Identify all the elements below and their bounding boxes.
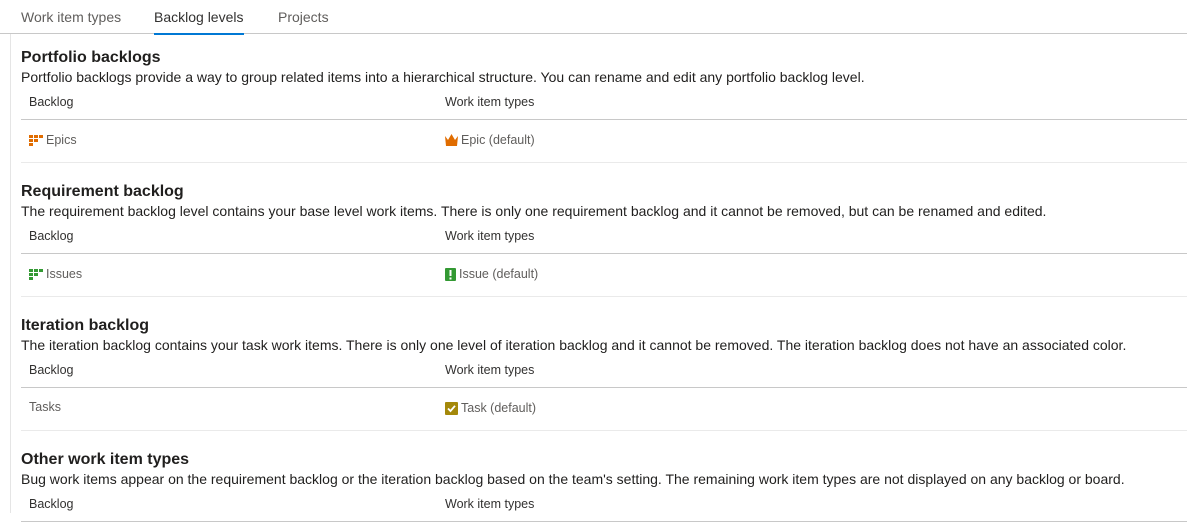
section-title: Portfolio backlogs: [21, 49, 161, 66]
column-header-work-item-types: Work item types: [445, 363, 535, 377]
selected-tab-indicator: [154, 33, 244, 35]
column-header-backlog: Backlog: [29, 95, 74, 109]
column-header-backlog: Backlog: [29, 229, 74, 243]
table-header: Backlog Work item types: [21, 489, 1187, 522]
section-description: Portfolio backlogs provide a way to grou…: [21, 69, 865, 85]
work-item-type-name: Epic (default): [461, 133, 535, 147]
backlog-levels-page: Work item types Backlog levels Projects …: [0, 0, 1187, 522]
table-row[interactable]: Tasks Task (default): [21, 388, 1187, 431]
tab-label: Work item types: [21, 9, 122, 25]
table-row[interactable]: Issues Issue (default): [21, 254, 1187, 297]
backlog-level-icon: [29, 268, 43, 280]
column-header-backlog: Backlog: [29, 497, 74, 511]
section-title: Other work item types: [21, 451, 190, 468]
tab-bar: Work item types Backlog levels Projects: [0, 0, 1187, 35]
section-title: Requirement backlog: [21, 183, 184, 200]
work-item-type-cell: Issue (default): [445, 267, 538, 281]
work-item-type-cell: Task (default): [445, 401, 536, 415]
requirement-backlog-section: Requirement backlog The requirement back…: [21, 182, 1187, 297]
section-description: Bug work items appear on the requirement…: [21, 471, 1125, 487]
backlog-name: Tasks: [29, 400, 61, 414]
section-description: The iteration backlog contains your task…: [21, 337, 1127, 353]
tab-work-item-types[interactable]: Work item types: [21, 0, 121, 34]
work-item-type-name: Task (default): [461, 401, 537, 415]
other-work-item-types-section: Other work item types Bug work items app…: [21, 450, 1187, 522]
crown-icon: [445, 134, 458, 146]
tab-projects[interactable]: Projects: [278, 0, 329, 34]
backlog-level-icon: [29, 134, 43, 146]
tab-label: Backlog levels: [154, 9, 244, 25]
tab-label: Projects: [278, 9, 329, 25]
work-item-type-cell: Epic (default): [445, 133, 535, 147]
left-divider: [10, 34, 11, 513]
work-item-type-name: Issue (default): [459, 267, 539, 281]
portfolio-backlogs-section: Portfolio backlogs Portfolio backlogs pr…: [21, 48, 1187, 163]
iteration-backlog-section: Iteration backlog The iteration backlog …: [21, 316, 1187, 431]
column-header-work-item-types: Work item types: [445, 95, 535, 109]
issue-icon: [445, 267, 456, 281]
section-title: Iteration backlog: [21, 317, 150, 334]
table-header: Backlog Work item types: [21, 355, 1187, 388]
table-row[interactable]: Epics Epic (default): [21, 120, 1187, 163]
backlog-cell[interactable]: Epics: [29, 133, 77, 147]
tab-backlog-levels[interactable]: Backlog levels: [154, 0, 244, 35]
backlog-name: Epics: [46, 133, 77, 147]
backlog-cell[interactable]: Tasks: [29, 400, 61, 414]
backlog-name: Issues: [46, 267, 83, 281]
table-header: Backlog Work item types: [21, 87, 1187, 120]
table-header: Backlog Work item types: [21, 221, 1187, 254]
backlog-cell[interactable]: Issues: [29, 267, 82, 281]
column-header-work-item-types: Work item types: [445, 229, 535, 243]
task-check-icon: [445, 401, 458, 415]
section-description: The requirement backlog level contains y…: [21, 203, 1047, 219]
column-header-work-item-types: Work item types: [445, 497, 535, 511]
column-header-backlog: Backlog: [29, 363, 74, 377]
